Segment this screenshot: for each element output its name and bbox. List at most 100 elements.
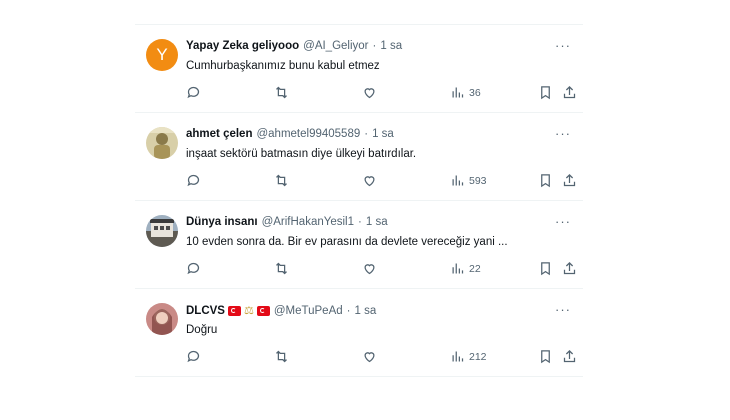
turkey-flag-icon [256,305,270,316]
user-name[interactable]: Yapay Zeka geliyooo [186,40,299,52]
separator-dot: · [372,40,377,52]
reply-button[interactable] [186,173,201,188]
more-icon[interactable]: ··· [555,302,571,317]
views-icon [452,263,464,274]
retweet-button[interactable] [274,349,289,364]
like-button[interactable] [362,261,377,276]
views-button[interactable]: 36 [450,85,481,100]
action-bar: 593 [186,173,576,191]
user-handle[interactable]: @ahmetel99405589 [256,128,360,140]
retweet-icon [276,262,287,275]
bookmark-icon [541,262,550,276]
views-button[interactable]: 212 [450,349,487,364]
avatar-letter: Y [156,45,168,64]
scales-icon: ⚖ [243,305,254,317]
tweet-text: 10 evden sonra da. Bir ev parasını da de… [186,236,508,248]
avatar-image [146,303,178,335]
retweet-button[interactable] [274,173,289,188]
views-icon [452,351,464,362]
timestamp[interactable]: 1 sa [380,40,402,52]
action-bar: 36 [186,85,576,103]
user-name[interactable]: ahmet çelen [186,128,252,140]
avatar[interactable] [146,127,178,159]
retweet-icon [276,174,287,187]
share-button[interactable] [562,349,577,364]
views-button[interactable]: 593 [450,173,487,188]
share-icon [563,261,576,275]
views-icon [452,87,464,98]
timestamp[interactable]: 1 sa [372,128,394,140]
more-icon[interactable]: ··· [555,126,571,141]
more-icon[interactable]: ··· [555,214,571,229]
more-icon[interactable]: ··· [555,38,571,53]
reply-button[interactable] [186,261,201,276]
like-icon [364,176,375,187]
timestamp[interactable]: 1 sa [354,305,376,317]
tweet[interactable]: Dünya insanı @ArifHakanYesil1 · 1 sa ···… [135,201,583,289]
timestamp[interactable]: 1 sa [366,216,388,228]
share-button[interactable] [562,261,577,276]
like-icon [364,88,375,99]
tweet-header: Dünya insanı @ArifHakanYesil1 · 1 sa [186,216,388,228]
separator-dot: · [364,128,369,140]
reply-button[interactable] [186,349,201,364]
reply-icon [187,350,200,363]
retweet-button[interactable] [274,85,289,100]
tweet-text: inşaat sektörü batmasın diye ülkeyi batı… [186,148,417,160]
tweet[interactable]: DLCVS ⚖ @MeTuPeAd · 1 sa ··· Doğru 212 [135,289,583,377]
user-name[interactable]: Dünya insanı [186,216,258,228]
views-count: 36 [469,86,481,99]
views-icon [452,175,464,186]
share-icon [563,85,576,99]
retweet-icon [276,350,287,363]
reply-feed: Y Yapay Zeka geliyooo @AI_Geliyor · 1 sa… [135,24,583,377]
avatar[interactable] [146,215,178,247]
reply-icon [187,86,200,99]
tweet[interactable]: Y Yapay Zeka geliyooo @AI_Geliyor · 1 sa… [135,25,583,113]
views-count: 593 [469,174,487,187]
tweet-text: Doğru [186,324,218,336]
share-icon [563,173,576,187]
bookmark-icon [541,86,550,100]
tweet[interactable]: ahmet çelen @ahmetel99405589 · 1 sa ··· … [135,113,583,201]
share-button[interactable] [562,173,577,188]
avatar-image [146,215,178,247]
bookmark-button[interactable] [538,261,553,276]
like-icon [364,264,375,275]
reply-icon [187,262,200,275]
retweet-button[interactable] [274,261,289,276]
views-count: 22 [469,262,481,275]
action-bar: 212 [186,349,576,367]
bookmark-button[interactable] [538,349,553,364]
avatar[interactable] [146,303,178,335]
like-button[interactable] [362,85,377,100]
tweet-header: Yapay Zeka geliyooo @AI_Geliyor · 1 sa [186,40,402,52]
bookmark-icon [541,174,550,188]
avatar-image [146,127,178,159]
user-name[interactable]: DLCVS [186,305,225,317]
share-icon [563,349,576,363]
tweet-text: Cumhurbaşkanımız bunu kabul etmez [186,60,380,72]
like-button[interactable] [362,349,377,364]
views-count: 212 [469,350,487,363]
user-handle[interactable]: @ArifHakanYesil1 [262,216,354,228]
turkey-flag-icon [227,305,241,316]
separator-dot: · [358,216,362,228]
avatar[interactable]: Y [146,39,178,71]
retweet-icon [276,86,287,99]
views-button[interactable]: 22 [450,261,481,276]
user-handle[interactable]: @AI_Geliyor [303,40,368,52]
share-button[interactable] [562,85,577,100]
tweet-header: ahmet çelen @ahmetel99405589 · 1 sa [186,128,394,140]
tweet-header: DLCVS ⚖ @MeTuPeAd · 1 sa [186,304,376,318]
separator-dot: · [346,304,351,317]
bookmark-button[interactable] [538,173,553,188]
bookmark-button[interactable] [538,85,553,100]
action-bar: 22 [186,261,576,279]
reply-button[interactable] [186,85,201,100]
like-button[interactable] [362,173,377,188]
bookmark-icon [541,350,550,364]
user-handle[interactable]: @MeTuPeAd [274,305,343,317]
reply-icon [187,174,200,187]
like-icon [364,352,375,363]
